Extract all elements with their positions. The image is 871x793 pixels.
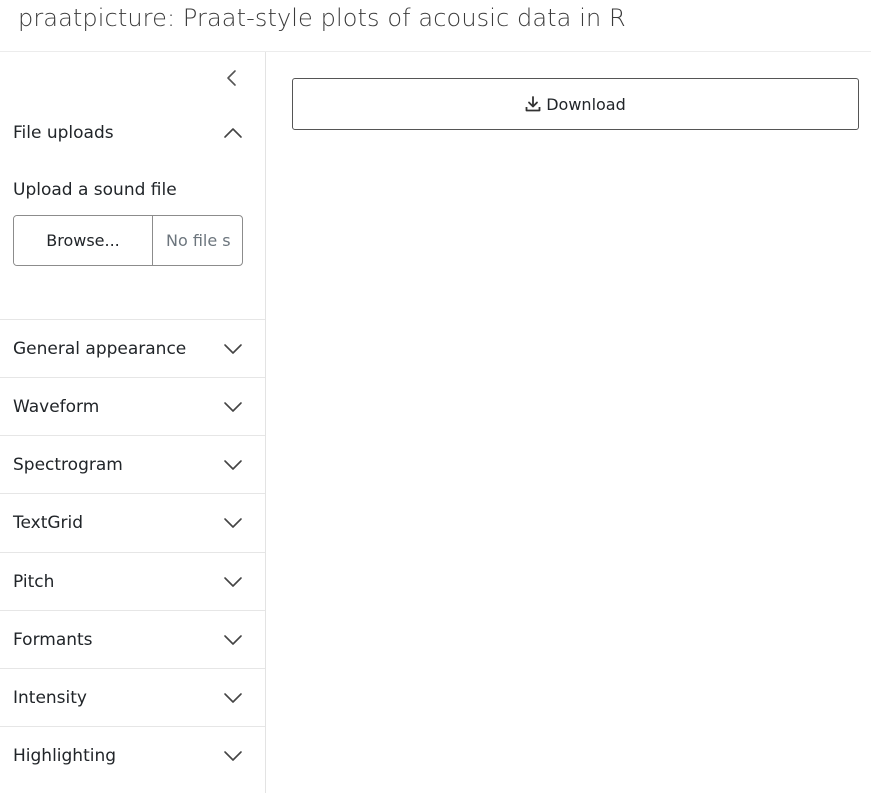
accordion-label: Waveform — [13, 397, 100, 417]
chevron-up-icon — [223, 123, 243, 143]
accordion-header-waveform[interactable]: Waveform — [0, 378, 265, 436]
accordion-header-intensity[interactable]: Intensity — [0, 669, 265, 727]
chevron-down-icon — [223, 630, 243, 650]
chevron-down-icon — [223, 339, 243, 359]
accordion-header-formants[interactable]: Formants — [0, 611, 265, 669]
chevron-down-icon — [223, 513, 243, 533]
accordion-header-general-appearance[interactable]: General appearance — [0, 320, 265, 378]
accordion-label: Formants — [13, 630, 93, 650]
accordion-label: Intensity — [13, 688, 87, 708]
accordion-header-file-uploads[interactable]: File uploads — [0, 104, 265, 162]
sound-file-input: Browse... No file s — [13, 215, 243, 266]
upload-sound-label: Upload a sound file — [13, 180, 177, 200]
chevron-down-icon — [223, 572, 243, 592]
chevron-down-icon — [223, 746, 243, 766]
sidebar: File uploads Upload a sound file Browse.… — [0, 52, 266, 793]
download-label: Download — [546, 94, 626, 114]
download-button[interactable]: Download — [292, 78, 859, 130]
accordion-header-textgrid[interactable]: TextGrid — [0, 494, 265, 552]
accordion-label: TextGrid — [13, 513, 84, 533]
accordion-label: Spectrogram — [13, 455, 123, 475]
chevron-down-icon — [223, 688, 243, 708]
download-icon — [525, 96, 541, 112]
accordion-label: Highlighting — [13, 746, 117, 766]
browse-button[interactable]: Browse... — [14, 216, 153, 265]
page-title: praatpicture: Praat-style plots of acous… — [18, 4, 626, 32]
chevron-down-icon — [223, 397, 243, 417]
accordion-label: General appearance — [13, 339, 187, 359]
file-name-field[interactable]: No file s — [153, 216, 242, 265]
accordion-header-spectrogram[interactable]: Spectrogram — [0, 436, 265, 494]
accordion-header-pitch[interactable]: Pitch — [0, 553, 265, 611]
chevron-left-icon — [227, 70, 236, 86]
sidebar-collapse-button[interactable] — [222, 68, 242, 88]
chevron-down-icon — [223, 455, 243, 475]
accordion-label-file-uploads: File uploads — [13, 123, 114, 143]
accordion-header-highlighting[interactable]: Highlighting — [0, 727, 265, 785]
accordion-label: Pitch — [13, 572, 55, 592]
